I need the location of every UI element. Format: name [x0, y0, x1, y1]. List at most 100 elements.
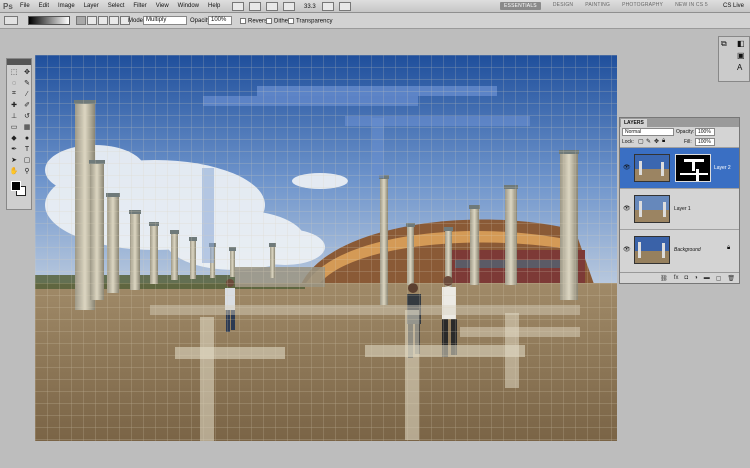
document-canvas[interactable]	[35, 55, 617, 441]
layer-name[interactable]: Layer 2	[714, 165, 731, 171]
dodge-tool-icon[interactable]: ●	[21, 133, 33, 143]
eye-icon[interactable]: 👁︎	[623, 205, 631, 212]
healing-brush-icon[interactable]: ✚	[8, 100, 20, 110]
gradient-type-buttons	[76, 16, 131, 25]
menu-window[interactable]: Window	[178, 3, 199, 9]
eye-icon[interactable]: 👁︎	[623, 246, 631, 253]
new-layer-icon[interactable]: ▢	[716, 275, 722, 282]
brush-tool-icon[interactable]: ✐	[21, 100, 33, 110]
menu-select[interactable]: Select	[108, 3, 125, 9]
color-swatches	[7, 180, 31, 200]
path-select-icon[interactable]: ➤	[8, 155, 20, 165]
menu-items: File Edit Image Layer Select Filter View…	[20, 3, 229, 9]
fill-input[interactable]: 100%	[695, 138, 715, 146]
bridge-icon[interactable]	[232, 2, 244, 11]
layers-panel-footer: ⛓ fx ◘ ◑ ▬ ▢ 🗑︎	[620, 272, 739, 283]
radial-gradient-button[interactable]	[87, 16, 97, 25]
opacity-input[interactable]: 100%	[208, 16, 232, 25]
collapsed-panel-dock: ⧉ ◧ ▣ A	[718, 36, 750, 82]
layers-panel-header: LAYERS	[620, 118, 739, 127]
group-icon[interactable]: ▬	[704, 275, 710, 281]
hand-tool-icon[interactable]: ✋	[8, 166, 20, 176]
app-logo: Ps	[3, 2, 13, 11]
hand-tool-icon[interactable]	[266, 2, 278, 11]
dither-checkbox[interactable]	[266, 18, 272, 24]
zoom-tool-icon[interactable]: ⚲	[21, 166, 33, 176]
app-bar-icons: 33.3	[232, 2, 356, 11]
pen-tool-icon[interactable]: ✒	[8, 144, 20, 154]
menu-filter[interactable]: Filter	[133, 3, 146, 9]
cs-live-button[interactable]: CS Live	[723, 3, 744, 9]
workspace-photography[interactable]: PHOTOGRAPHY	[622, 2, 663, 10]
quick-select-tool-icon[interactable]: ✎	[21, 78, 33, 88]
reverse-checkbox[interactable]	[240, 18, 246, 24]
layers-panel: LAYERS Normal Opacity: 100% Lock: ▢ ✎ ✥ …	[619, 117, 740, 284]
blend-mode-select[interactable]: Normal	[622, 128, 674, 136]
layer-name[interactable]: Background	[674, 247, 701, 253]
layer-opacity-input[interactable]: 100%	[695, 128, 715, 136]
shape-tool-icon[interactable]: ▢	[21, 155, 33, 165]
mini-bridge-icon[interactable]	[249, 2, 261, 11]
eyedropper-tool-icon[interactable]: ⁄	[21, 89, 33, 99]
move-tool-icon[interactable]: ✥	[21, 67, 33, 77]
lock-transparent-icon[interactable]: ▢	[638, 138, 644, 145]
layer-row-background[interactable]: 👁︎ Background 🔒︎	[620, 229, 739, 270]
add-mask-icon[interactable]: ◘	[684, 275, 688, 281]
layer-row-layer-2[interactable]: 👁︎ Layer 2	[620, 147, 739, 188]
grid-overlay	[35, 55, 617, 441]
lasso-tool-icon[interactable]: ◌	[8, 78, 20, 88]
transparency-checkbox[interactable]	[288, 18, 294, 24]
menu-image[interactable]: Image	[58, 3, 75, 9]
dither-option[interactable]: Dither	[266, 18, 290, 25]
zoom-tool-icon[interactable]	[283, 2, 295, 11]
menu-bar: Ps File Edit Image Layer Select Filter V…	[0, 0, 750, 13]
layer-name[interactable]: Layer 1	[674, 206, 691, 212]
workspace-new-in-cs5[interactable]: NEW IN CS 5	[675, 2, 708, 10]
menu-view[interactable]: View	[156, 3, 169, 9]
layer-mask-thumbnail[interactable]	[675, 154, 711, 182]
zoom-level[interactable]: 33.3	[304, 4, 316, 10]
eye-icon[interactable]: 👁︎	[623, 164, 631, 171]
menu-edit[interactable]: Edit	[39, 3, 49, 9]
layer-row-layer-1[interactable]: 👁︎ Layer 1	[620, 188, 739, 229]
layers-tab[interactable]: LAYERS	[621, 119, 647, 127]
menu-layer[interactable]: Layer	[84, 3, 99, 9]
menu-help[interactable]: Help	[208, 3, 220, 9]
workspace-painting[interactable]: PAINTING	[585, 2, 610, 10]
character-icon[interactable]: A	[737, 63, 749, 73]
foreground-color[interactable]	[11, 181, 21, 191]
type-tool-icon[interactable]: T	[21, 144, 33, 154]
panel-toggle-icon[interactable]: ⧉	[721, 39, 733, 49]
transparency-label: Transparency	[296, 18, 333, 25]
workspace-essentials[interactable]: ESSENTIALS	[500, 2, 541, 10]
masks-icon[interactable]: ▣	[737, 51, 749, 61]
history-brush-icon[interactable]: ↺	[21, 111, 33, 121]
gradient-tool-icon[interactable]: ▦	[21, 122, 33, 132]
adjustment-layer-icon[interactable]: ◑	[694, 275, 698, 281]
clone-stamp-icon[interactable]: ⊥	[8, 111, 20, 121]
screen-mode-icon[interactable]	[338, 2, 351, 11]
reflected-gradient-button[interactable]	[109, 16, 119, 25]
lock-position-icon[interactable]: ✥	[654, 138, 659, 145]
workspace-design[interactable]: DESIGN	[553, 2, 573, 10]
mode-select[interactable]: Multiply	[143, 16, 187, 25]
arrange-documents-icon[interactable]	[321, 2, 334, 11]
gradient-swatch[interactable]	[28, 16, 70, 25]
layer-opacity-label: Opacity:	[676, 129, 695, 135]
tools-panel: ⬚ ✥ ◌ ✎ ⌗ ⁄ ✚ ✐ ⊥ ↺ ▭ ▦ ◆ ● ✒ T ➤ ▢ ✋ ⚲	[6, 58, 32, 210]
lock-all-icon[interactable]: 🔒︎	[662, 138, 665, 145]
adjustments-icon[interactable]: ◧	[737, 39, 749, 49]
marquee-tool-icon[interactable]: ⬚	[8, 67, 20, 77]
lock-pixels-icon[interactable]: ✎	[646, 138, 651, 145]
trash-icon[interactable]: 🗑︎	[727, 275, 735, 282]
fx-icon[interactable]: fx	[674, 275, 679, 281]
angle-gradient-button[interactable]	[98, 16, 108, 25]
linear-gradient-button[interactable]	[76, 16, 86, 25]
eraser-tool-icon[interactable]: ▭	[8, 122, 20, 132]
transparency-option[interactable]: Transparency	[288, 18, 332, 25]
link-icon[interactable]: ⛓	[660, 275, 668, 282]
blur-tool-icon[interactable]: ◆	[8, 133, 20, 143]
tool-preset-picker[interactable]	[4, 16, 18, 25]
menu-file[interactable]: File	[20, 3, 30, 9]
crop-tool-icon[interactable]: ⌗	[8, 89, 20, 99]
